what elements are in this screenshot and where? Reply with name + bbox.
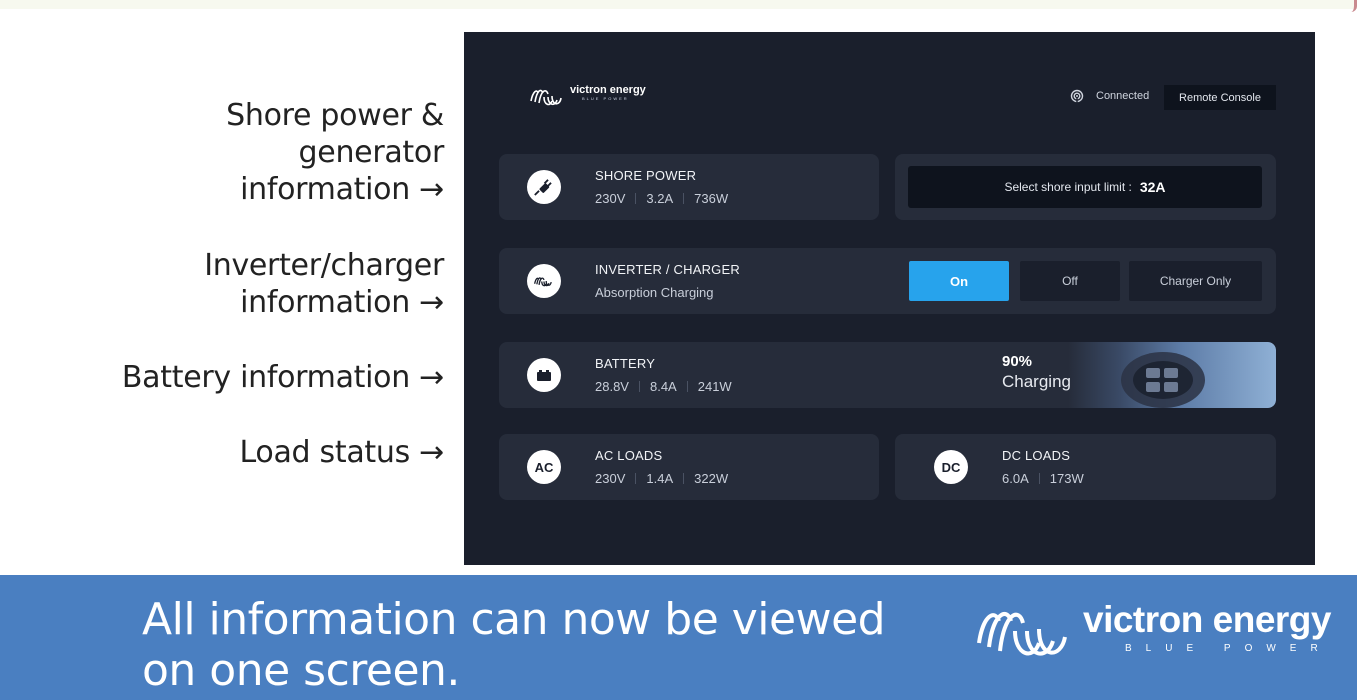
ac-loads-card[interactable]: AC AC LOADS 230V 1.4A 322W — [499, 434, 879, 500]
value-separator — [635, 473, 637, 484]
battery-state: Charging — [1002, 372, 1071, 391]
annotation-line: information → — [240, 172, 444, 207]
annotation-line: Shore power & — [226, 98, 444, 133]
dc-loads-title: DC LOADS — [1002, 448, 1071, 463]
shore-input-limit-label: Select shore input limit : — [1004, 180, 1132, 194]
battery-power: 241W — [697, 379, 732, 394]
value-separator — [683, 193, 685, 204]
banner-brand-logo: victron energy BLUE POWER — [973, 597, 1343, 669]
banner-headline: All information can now be viewed on one… — [142, 594, 886, 696]
annotation-line: Load status → — [239, 435, 445, 470]
battery-voltage: 28.8V — [595, 379, 629, 394]
victron-logo: victron energy BLUE POWER — [528, 85, 646, 107]
brand-tagline: BLUE POWER — [582, 96, 629, 101]
annotation-line: generator — [298, 135, 445, 170]
annotation-loads: Load status → — [239, 434, 445, 471]
value-separator — [638, 381, 640, 392]
console-screen: victron energy BLUE POWER Connected Remo… — [464, 32, 1315, 565]
mode-on-button[interactable]: On — [909, 261, 1009, 301]
battery-values: 28.8V 8.4A 241W — [595, 379, 732, 394]
victron-logo-icon — [527, 264, 561, 298]
dc-loads-power: 173W — [1049, 471, 1084, 486]
ac-icon: AC — [527, 450, 561, 484]
connection-status: Connected — [1070, 89, 1149, 103]
brand-name: victron energy — [570, 84, 646, 96]
plug-icon — [527, 170, 561, 204]
connection-icon — [1070, 89, 1084, 103]
inverter-charger-title: INVERTER / CHARGER — [595, 262, 740, 277]
banner-line: on one screen. — [142, 645, 460, 696]
dc-loads-card[interactable]: DC DC LOADS 6.0A 173W — [895, 434, 1276, 500]
annotation-line: Battery information → — [121, 360, 444, 395]
value-separator — [686, 381, 688, 392]
value-separator — [1038, 473, 1040, 484]
dc-loads-values: 6.0A 173W — [1002, 471, 1084, 486]
shore-power-power: 736W — [694, 191, 729, 206]
shore-power-card[interactable]: SHORE POWER 230V 3.2A 736W — [499, 154, 879, 220]
battery-soc: 90% — [1002, 353, 1033, 370]
shore-power-current: 3.2A — [646, 191, 674, 206]
banner-brand-tagline: BLUE POWER — [1125, 643, 1332, 654]
battery-icon — [527, 358, 561, 392]
annotation-battery: Battery information → — [122, 359, 444, 396]
top-strip — [0, 0, 1357, 9]
banner-brand-name: victron energy — [1083, 599, 1331, 640]
ac-loads-title: AC LOADS — [595, 448, 663, 463]
mode-off-button[interactable]: Off — [1020, 261, 1120, 301]
battery-current: 8.4A — [649, 379, 677, 394]
ac-loads-voltage: 230V — [595, 471, 626, 486]
shore-input-limit-selector[interactable]: Select shore input limit : 32A — [908, 166, 1262, 208]
remote-console-button[interactable]: Remote Console — [1164, 85, 1276, 110]
connection-status-label: Connected — [1096, 90, 1150, 102]
shore-power-voltage: 230V — [595, 191, 626, 206]
annotation-shore-power: Shore power & generator information → — [226, 97, 444, 208]
dc-loads-current: 6.0A — [1002, 471, 1029, 486]
inverter-charger-card: INVERTER / CHARGER Absorption Charging O… — [499, 248, 1276, 314]
shore-power-title: SHORE POWER — [595, 168, 697, 183]
ac-loads-power: 322W — [694, 471, 729, 486]
battery-title: BATTERY — [595, 356, 656, 371]
dc-icon: DC — [934, 450, 968, 484]
annotation-line: Inverter/charger — [204, 248, 444, 283]
inverter-charger-state: Absorption Charging — [595, 285, 714, 300]
mode-charger-only-button[interactable]: Charger Only — [1129, 261, 1262, 301]
slide: Shore power & generator information → In… — [0, 0, 1357, 700]
battery-card[interactable]: BATTERY 28.8V 8.4A 241W 90% Charging — [499, 342, 1276, 408]
shore-limit-card: Select shore input limit : 32A — [895, 154, 1276, 220]
ac-loads-current: 1.4A — [646, 471, 674, 486]
annotation-line: information → — [240, 285, 444, 320]
banner-line: All information can now be viewed — [142, 594, 886, 645]
value-separator — [683, 473, 685, 484]
corner-decoration — [1343, 0, 1357, 12]
ac-loads-values: 230V 1.4A 322W — [595, 471, 728, 486]
value-separator — [635, 193, 637, 204]
annotation-inverter: Inverter/charger information → — [204, 247, 444, 321]
shore-power-values: 230V 3.2A 736W — [595, 191, 728, 206]
victron-logo-icon — [530, 89, 562, 106]
shore-input-limit-value: 32A — [1139, 179, 1166, 195]
battery-background-image — [1068, 342, 1276, 408]
victron-logo-icon — [977, 612, 1067, 656]
